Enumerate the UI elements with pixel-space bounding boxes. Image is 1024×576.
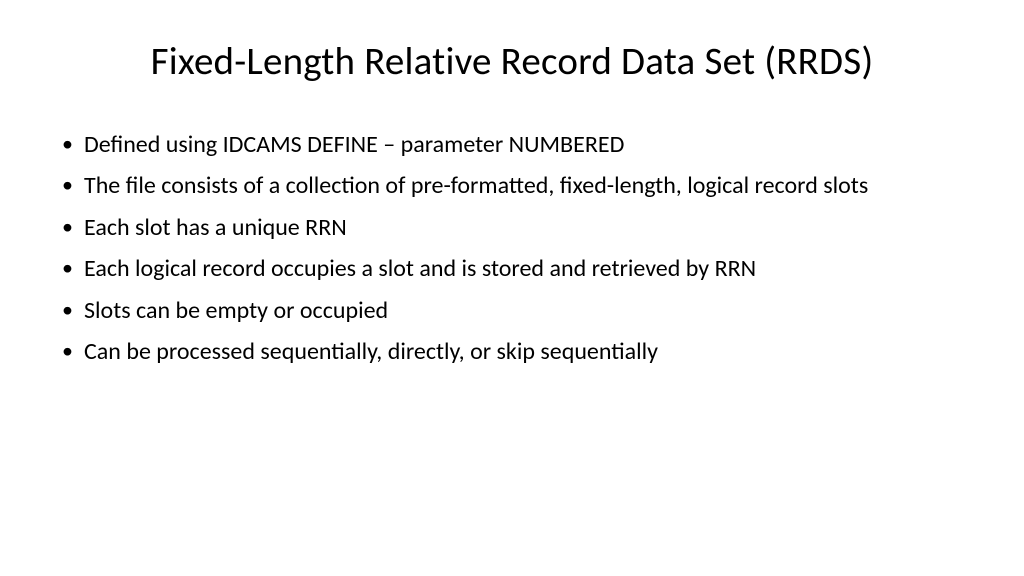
list-item: Slots can be empty or occupied	[58, 295, 966, 327]
list-item: Each logical record occupies a slot and …	[58, 253, 966, 285]
list-item: Defined using IDCAMS DEFINE – parameter …	[58, 129, 966, 161]
slide-title: Fixed-Length Relative Record Data Set (R…	[58, 38, 966, 85]
list-item: Can be processed sequentially, directly,…	[58, 336, 966, 368]
list-item: Each slot has a unique RRN	[58, 212, 966, 244]
bullet-list: Defined using IDCAMS DEFINE – parameter …	[58, 129, 966, 368]
list-item: The file consists of a collection of pre…	[58, 170, 966, 202]
